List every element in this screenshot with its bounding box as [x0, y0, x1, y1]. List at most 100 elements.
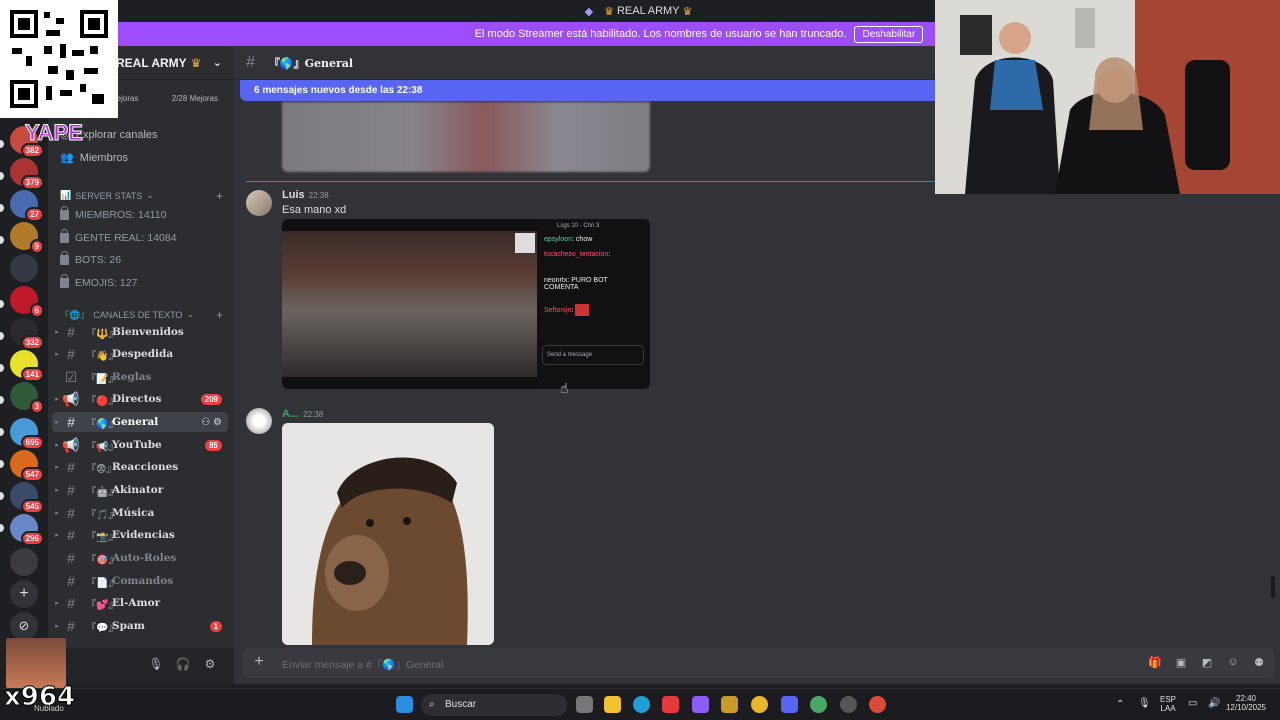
category-text-channels[interactable]: 『🌐』 CANALES DE TEXTO ⌄ +: [60, 308, 223, 322]
microphone-icon[interactable]: 🎙: [1138, 698, 1151, 709]
chrome-icon[interactable]: [751, 696, 768, 713]
server-icon[interactable]: [10, 254, 38, 282]
server-icon[interactable]: 547: [10, 450, 44, 482]
hash-icon: #: [67, 618, 75, 634]
mention-badge: 6: [29, 303, 44, 318]
category-server-stats[interactable]: 📊 SERVER STATS ⌄ +: [60, 189, 223, 203]
channel-evidencias[interactable]: ▸ # 『📸』 Evidencias: [52, 525, 228, 545]
chrome-icon[interactable]: [810, 696, 827, 713]
gif-icon[interactable]: ▣: [1174, 656, 1188, 670]
task-view-icon[interactable]: [576, 696, 593, 713]
blurred-image-attachment[interactable]: [282, 102, 650, 172]
stat-label: EMOJIS: 127: [75, 277, 138, 289]
avatar[interactable]: [246, 408, 272, 434]
channel-reacciones[interactable]: ▸ # 『😨』 Reacciones: [52, 457, 228, 477]
clock[interactable]: 22:40 12/10/2025: [1224, 694, 1268, 712]
disable-streamer-button[interactable]: Deshabilitar: [854, 25, 924, 43]
file-explorer-icon[interactable]: [604, 696, 621, 713]
channel-youtube[interactable]: ▸ 📢 『📢』 YouTube 85: [52, 435, 228, 455]
members-link[interactable]: 👥 Miembros: [60, 151, 128, 165]
stat-channel[interactable]: MIEMBROS: 14110: [60, 206, 166, 221]
bear-image-attachment[interactable]: [282, 423, 494, 645]
server-icon[interactable]: 695: [10, 418, 44, 450]
emoji-icon[interactable]: ☺: [1226, 656, 1240, 670]
channel-bienvenidos[interactable]: ▸ # 『🔱』 Bienvenidos: [52, 322, 228, 342]
message-author[interactable]: A... 22:38: [282, 408, 323, 420]
composer-input[interactable]: Enviar mensaje a #『🌎』General: [282, 657, 443, 672]
channel-akinator[interactable]: ▸ # 『🤖』 Akinator: [52, 480, 228, 500]
channel-despedida[interactable]: ▸ # 『👋』 Despedida: [52, 344, 228, 364]
chevron-down-icon[interactable]: ⌄: [213, 56, 222, 69]
server-icon[interactable]: 3: [10, 382, 44, 414]
channel-name: Reglas: [112, 371, 152, 383]
microphone-icon[interactable]: 🎙: [148, 657, 164, 673]
stat-label: BOTS: 26: [75, 254, 122, 266]
expand-icon: ▸: [55, 510, 59, 517]
weather-widget[interactable]: Nublado: [34, 704, 64, 713]
unread-pill: [0, 204, 4, 212]
image-attachment[interactable]: Lsgs 10 · Chri 3 epsyloon: chow tucachez…: [282, 219, 650, 389]
gift-icon[interactable]: 🎁: [1148, 656, 1162, 670]
server-icon[interactable]: 27: [10, 190, 44, 222]
network-icon[interactable]: ▭: [1188, 698, 1197, 709]
lang-sub: LAA: [1160, 704, 1176, 713]
app-icon[interactable]: [662, 696, 679, 713]
add-channel-icon[interactable]: +: [216, 189, 223, 203]
stat-channel[interactable]: EMOJIS: 127: [60, 274, 138, 289]
new-messages-bar[interactable]: 6 mensajes nuevos desde las 22:38: [240, 80, 940, 101]
add-server-icon[interactable]: +: [10, 580, 38, 608]
channel-musica[interactable]: ▸ # 『🎵』 Música: [52, 503, 228, 523]
add-attachment-icon[interactable]: +: [250, 653, 268, 671]
channel-directos[interactable]: ▸ 📢 『🔴』 Directos 209: [52, 389, 228, 409]
channel-comandos[interactable]: # 『📄』 Comandos: [52, 571, 228, 591]
server-icon[interactable]: 296: [10, 514, 44, 546]
server-icon[interactable]: 141: [10, 350, 44, 382]
stat-channel[interactable]: BOTS: 26: [60, 251, 122, 266]
copilot-icon[interactable]: [692, 696, 709, 713]
channel-settings-icons[interactable]: ⚇ ⚙: [201, 417, 222, 428]
channel-el-amor[interactable]: ▸ # 『💕』 El-Amor: [52, 593, 228, 613]
qr-code: [515, 233, 535, 253]
channel-spam[interactable]: ▸ # 『💬』 Spam 1: [52, 616, 228, 636]
expand-icon: ▸: [55, 419, 59, 426]
server-icon[interactable]: [10, 548, 38, 576]
author-name: A...: [282, 408, 300, 420]
message-author[interactable]: Luis 22:38: [282, 189, 329, 201]
hash-icon: #: [246, 53, 255, 71]
language-indicator[interactable]: ESP LAA: [1158, 695, 1178, 713]
server-icon[interactable]: 6: [10, 286, 44, 318]
stat-channel[interactable]: GENTE REAL: 14084: [60, 229, 177, 244]
settings-icon[interactable]: ⚙: [202, 657, 218, 673]
channel-auto-roles[interactable]: # 『🎯』 Auto-Roles: [52, 548, 228, 568]
tray-chevron-icon[interactable]: ⌃: [1116, 699, 1124, 710]
apps-icon[interactable]: ⚉: [1252, 656, 1266, 670]
members-label: Miembros: [79, 151, 128, 164]
channel-general[interactable]: ▸ # 『🌎』 General ⚇ ⚙: [52, 412, 228, 432]
headphones-icon[interactable]: 🎧: [175, 657, 191, 673]
taskbar-search[interactable]: ⌕ Buscar: [421, 694, 567, 716]
discord-icon[interactable]: [781, 696, 798, 713]
chrome-icon[interactable]: [869, 696, 886, 713]
edge-icon[interactable]: [633, 696, 650, 713]
app-icon[interactable]: [840, 696, 857, 713]
server-icon[interactable]: 332: [10, 318, 44, 350]
chat-user: tucachezo_tentacion: [544, 251, 609, 258]
server-icon[interactable]: 9: [10, 222, 44, 254]
avatar[interactable]: [246, 190, 272, 216]
server-icon[interactable]: 379: [10, 158, 44, 190]
add-channel-icon[interactable]: +: [216, 308, 223, 322]
unread-pill: [0, 332, 4, 340]
speaker-icon[interactable]: 🔊: [1208, 698, 1220, 709]
mention-badge: 547: [20, 467, 44, 482]
windows-start-icon[interactable]: [396, 696, 413, 713]
scrollbar[interactable]: [1271, 576, 1275, 598]
hash-icon: #: [67, 482, 75, 498]
channel-name: Despedida: [112, 348, 174, 360]
message-composer[interactable]: + Enviar mensaje a #『🌎』General 🎁 ▣ ◩ ☺ ⚉: [242, 648, 1274, 678]
category-label: CANALES DE TEXTO: [93, 309, 183, 320]
channel-reglas[interactable]: ☑ 『📝』 Reglas: [52, 367, 228, 387]
app-icon[interactable]: [721, 696, 738, 713]
sticker-icon[interactable]: ◩: [1200, 656, 1214, 670]
discover-icon[interactable]: ⊘: [10, 612, 38, 640]
server-icon[interactable]: 545: [10, 482, 44, 514]
